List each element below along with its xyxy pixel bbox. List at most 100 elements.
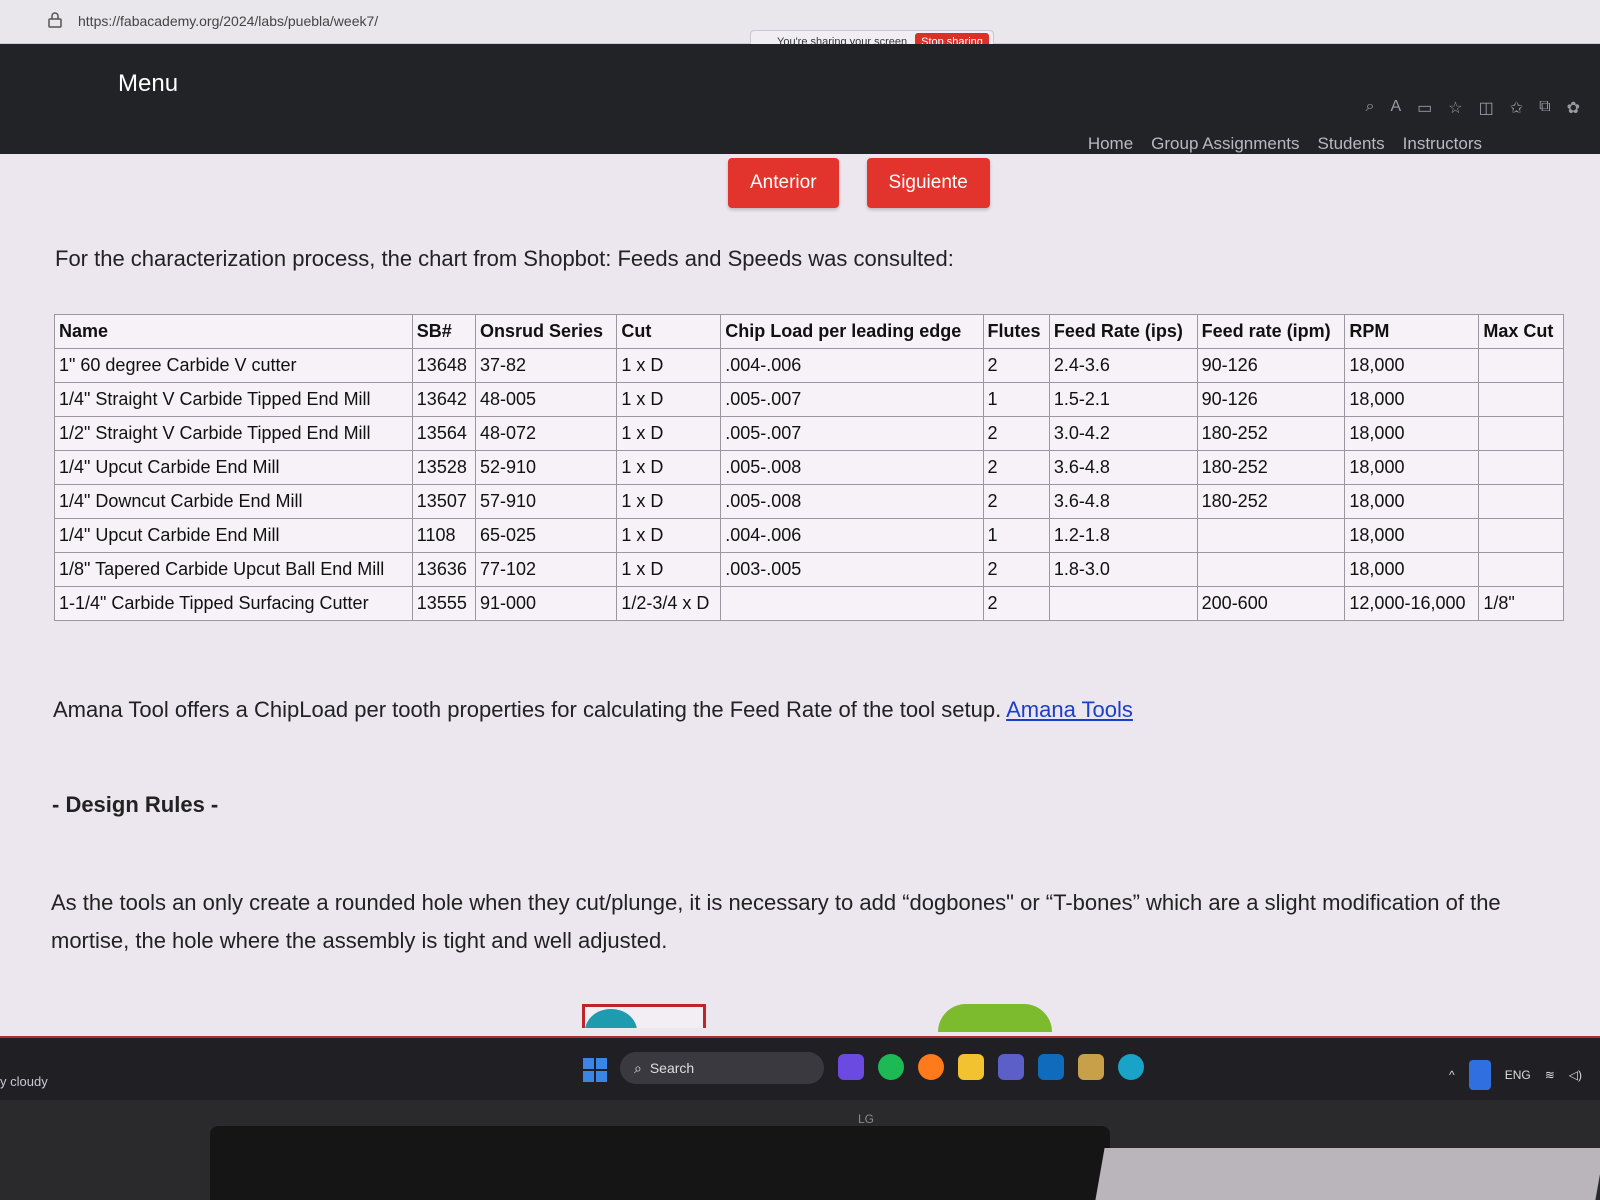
amana-tools-link[interactable]: Amana Tools (1006, 697, 1133, 722)
reader-icon[interactable]: ▭ (1417, 98, 1432, 118)
amana-text: Amana Tool offers a ChipLoad per tooth p… (53, 697, 1133, 723)
microphone-icon[interactable] (1468, 1060, 1491, 1090)
table-cell: 1 (982, 382, 1050, 417)
table-cell: 18,000 (1344, 348, 1480, 383)
browser-toolbar-icons: ⌕ A ▭ ☆ ◫ ✩ ⧉ ✿ (1366, 98, 1580, 118)
favorites-icon[interactable]: ✩ (1510, 98, 1523, 118)
nav-group-assignments[interactable]: Group Assignments (1151, 134, 1299, 154)
table-cell: 13642 (411, 382, 477, 417)
table-cell: 2 (982, 416, 1050, 451)
table-cell: 1 x D (616, 348, 722, 383)
table-cell: 200-600 (1196, 586, 1346, 621)
table-cell: 90-126 (1196, 348, 1346, 383)
table-row: 1/2" Straight V Carbide Tipped End Mill 1… (54, 416, 1564, 451)
weather-widget[interactable]: y cloudy (0, 1074, 48, 1089)
table-cell: 1 x D (616, 416, 722, 451)
collections-icon[interactable]: ⧉ (1539, 98, 1550, 118)
table-cell: 1/8" (1478, 586, 1564, 621)
table-cell (720, 586, 984, 621)
edge-icon[interactable] (1118, 1054, 1144, 1080)
table-cell: 1/4" Straight V Carbide Tipped End Mill (54, 382, 413, 417)
table-cell (1196, 552, 1346, 587)
col-max-cut: Max Cut (1478, 314, 1564, 349)
table-cell: 1.2-1.8 (1048, 518, 1198, 553)
nav-instructors[interactable]: Instructors (1403, 134, 1482, 154)
table-cell: 1108 (411, 518, 477, 553)
amana-sentence: Amana Tool offers a ChipLoad per tooth p… (53, 697, 1007, 722)
table-cell: 13636 (411, 552, 477, 587)
table-cell: .004-.006 (720, 518, 984, 553)
firefox-icon[interactable] (918, 1054, 944, 1080)
favorite-star-icon[interactable]: ☆ (1448, 98, 1462, 118)
prev-button[interactable]: Anterior (728, 158, 839, 208)
table-cell: 2 (982, 552, 1050, 587)
table-cell: 3.6-4.8 (1048, 484, 1198, 519)
windows-start-icon[interactable] (583, 1058, 607, 1082)
taskbar-search[interactable]: ⌕ Search (620, 1052, 824, 1084)
intro-text: For the characterization process, the ch… (55, 246, 954, 271)
read-aloud-icon[interactable]: A (1390, 98, 1401, 118)
table-cell: .003-.005 (720, 552, 984, 587)
taskbar-apps (838, 1054, 1144, 1080)
table-cell: 1.5-2.1 (1048, 382, 1198, 417)
monitor-bezel: LG (0, 1100, 1600, 1200)
col-sb: SB# (411, 314, 477, 349)
split-view-icon[interactable]: ◫ (1479, 98, 1494, 118)
nav-students[interactable]: Students (1318, 134, 1385, 154)
table-cell: 13528 (411, 450, 477, 485)
next-button[interactable]: Siguiente (866, 158, 990, 208)
table-cell: .005-.008 (720, 450, 984, 485)
nav-home[interactable]: Home (1088, 134, 1133, 154)
table-cell: 52-910 (475, 450, 618, 485)
table-cell: 3.6-4.8 (1048, 450, 1198, 485)
site-header: Menu ⌕ A ▭ ☆ ◫ ✩ ⧉ ✿ Home Group Assignme… (0, 44, 1600, 154)
chevron-up-icon[interactable]: ^ (1449, 1068, 1455, 1082)
wifi-icon[interactable]: ≋ (1545, 1068, 1555, 1082)
site-nav: Home Group Assignments Students Instruct… (1088, 134, 1482, 154)
copilot-icon[interactable] (838, 1054, 864, 1080)
table-cell: 1-1/4" Carbide Tipped Surfacing Cutter (54, 586, 413, 621)
table-cell: 18,000 (1344, 518, 1480, 553)
table-cell (1478, 552, 1564, 587)
table-row: 1" 60 degree Carbide V cutter 13648 37-82 1… (54, 348, 1564, 383)
outlook-icon[interactable] (1038, 1054, 1064, 1080)
table-cell: 180-252 (1196, 450, 1346, 485)
volume-icon[interactable]: ◁) (1569, 1068, 1582, 1082)
col-onsrud: Onsrud Series (475, 314, 618, 349)
table-cell: 2 (982, 348, 1050, 383)
table-cell: 48-005 (475, 382, 618, 417)
teams-icon[interactable] (998, 1054, 1024, 1080)
table-cell (1478, 382, 1564, 417)
table-cell: 1.8-3.0 (1048, 552, 1198, 587)
table-row: 1/4" Downcut Carbide End Mill 13507 57-910… (54, 484, 1564, 519)
url-field[interactable]: https://fabacademy.org/2024/labs/puebla/… (78, 13, 378, 29)
table-cell: 1 x D (616, 552, 722, 587)
spotify-icon[interactable] (878, 1054, 904, 1080)
col-cut: Cut (616, 314, 722, 349)
col-feed-ips: Feed Rate (ips) (1048, 314, 1198, 349)
table-cell: .005-.007 (720, 382, 984, 417)
table-row: 1/4" Upcut Carbide End Mill 1108 65-025 1 x… (54, 518, 1564, 553)
table-cell: 91-000 (475, 586, 618, 621)
browser-address-bar: https://fabacademy.org/2024/labs/puebla/… (0, 0, 1600, 54)
menu-title[interactable]: Menu (118, 70, 178, 98)
zoom-icon[interactable]: ⌕ (1366, 98, 1375, 118)
language-indicator[interactable]: ENG (1505, 1068, 1531, 1082)
table-cell: 1 x D (616, 518, 722, 553)
pager: Anterior Siguiente (728, 158, 990, 208)
app-icon[interactable] (1078, 1054, 1104, 1080)
windows-taskbar: y cloudy ⌕ Search ^ ENG ≋ ◁) (0, 1036, 1600, 1100)
table-row: 1/4" Upcut Carbide End Mill 13528 52-910 1 … (54, 450, 1564, 485)
extensions-icon[interactable]: ✿ (1567, 98, 1580, 118)
table-cell: 1 x D (616, 484, 722, 519)
file-explorer-icon[interactable] (958, 1054, 984, 1080)
table-cell: 1 (982, 518, 1050, 553)
table-cell: 57-910 (475, 484, 618, 519)
table-cell: 13648 (411, 348, 477, 383)
table-cell: 18,000 (1344, 450, 1480, 485)
design-rules-paragraph: As the tools an only create a rounded ho… (51, 890, 1501, 953)
table-cell: 1/4" Upcut Carbide End Mill (54, 518, 413, 553)
table-cell: 13555 (411, 586, 477, 621)
table-cell: 2.4-3.6 (1048, 348, 1198, 383)
table-cell: 48-072 (475, 416, 618, 451)
